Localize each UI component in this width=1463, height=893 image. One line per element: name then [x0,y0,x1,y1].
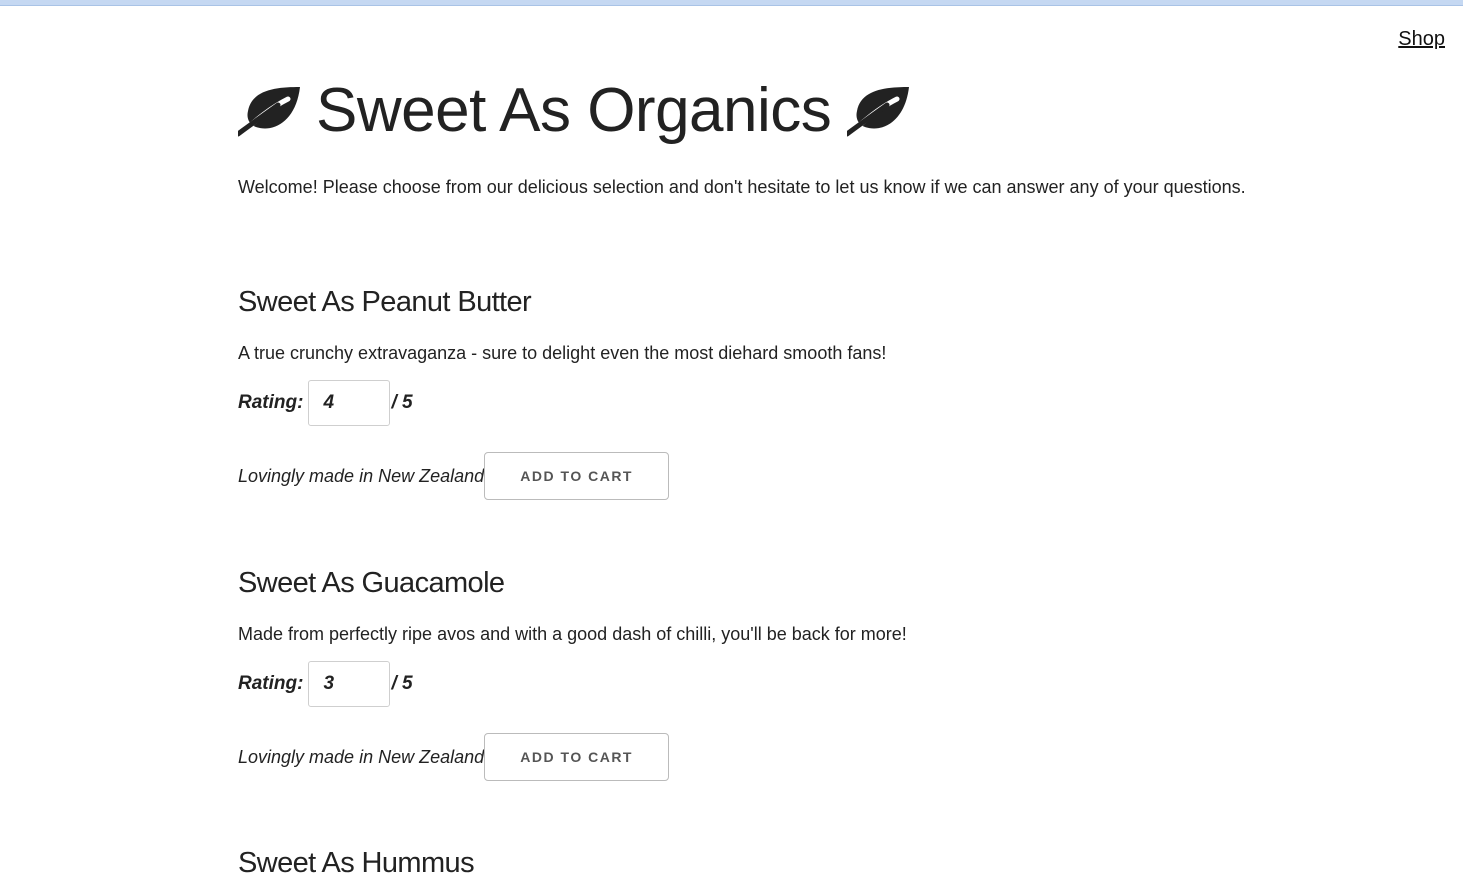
product-name: Sweet As Guacamole [238,567,505,599]
rating-input[interactable] [308,380,391,426]
origin-text: Lovingly made in New Zealand [238,465,485,486]
rating-max: / 5 [391,392,413,413]
product-name: Sweet As Peanut Butter [238,286,532,318]
shop-link[interactable]: Shop [1398,28,1445,51]
add-to-cart-button[interactable]: ADD TO CART [484,733,670,781]
add-to-cart-button[interactable]: ADD TO CART [484,452,670,500]
product-description: Made from perfectly ripe avos and with a… [238,624,907,644]
product-name: Sweet As Hummus [238,847,475,879]
leaf-icon [847,87,910,137]
leaf-icon [238,87,300,137]
rating-row: Rating: / 5 [238,661,413,707]
origin-row: Lovingly made in New Zealand ADD TO CART [238,452,670,500]
rating-input[interactable] [308,661,391,707]
rating-max: / 5 [391,673,413,694]
rating-label: Rating: [238,392,304,413]
rating-label: Rating: [238,673,304,694]
site-title-text: Sweet As Organics [316,76,832,145]
rating-row: Rating: / 5 [238,380,413,426]
origin-row: Lovingly made in New Zealand ADD TO CART [238,733,670,781]
welcome-message: Welcome! Please choose from our deliciou… [238,177,1246,197]
browser-top-strip [0,0,1463,6]
page-title: Sweet As Organics [238,76,911,146]
origin-text: Lovingly made in New Zealand [238,746,485,767]
product-description: A true crunchy extravaganza - sure to de… [238,343,887,363]
